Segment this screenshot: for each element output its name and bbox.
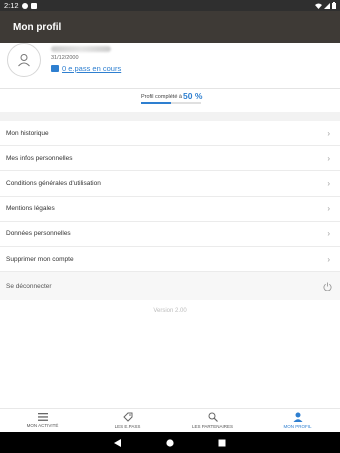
profile-completion: Profil complété à 50 % (0, 89, 340, 111)
nav-my-activity[interactable]: MON ACTIVITÉ (0, 409, 85, 432)
battery-icon (332, 2, 336, 9)
epass-icon (122, 412, 132, 422)
chevron-right-icon: › (327, 153, 330, 163)
menu-item-terms[interactable]: Conditions générales d'utilisation › (0, 171, 340, 197)
person-icon (293, 412, 302, 422)
menu-item-label: Mon historique (6, 129, 49, 137)
wifi-icon (315, 3, 322, 9)
epass-link[interactable]: 0 e.pass en cours (51, 64, 121, 73)
nav-label: LES E.PASS (114, 424, 141, 429)
bottom-navigation: MON ACTIVITÉ LES E.PASS LES PARTENAIRES … (0, 408, 340, 432)
menu-item-label: Mentions légales (6, 205, 55, 213)
chevron-right-icon: › (327, 229, 330, 239)
completion-progress-bar (141, 102, 201, 104)
menu-item-legal[interactable]: Mentions légales › (0, 197, 340, 222)
app-bar: Mon profil (0, 11, 340, 43)
app-version: Version 2.00 (153, 308, 187, 314)
status-bar: 2:12 (0, 0, 340, 11)
menu-item-label: Mes infos personnelles (6, 154, 73, 162)
menu-item-history[interactable]: Mon historique › (0, 121, 340, 147)
status-time: 2:12 (4, 1, 19, 10)
person-outline-icon (18, 54, 30, 67)
epass-link-label: 0 e.pass en cours (62, 64, 122, 73)
back-icon[interactable] (114, 438, 122, 447)
profile-header: 31/12/2000 0 e.pass en cours (0, 43, 340, 87)
chevron-right-icon: › (327, 254, 330, 264)
menu-item-label: Conditions générales d'utilisation (6, 179, 101, 187)
logout-label: Se déconnecter (6, 282, 52, 290)
recents-icon[interactable] (218, 439, 226, 447)
nav-label: MON PROFIL (283, 424, 312, 429)
home-icon[interactable] (166, 438, 174, 447)
nav-label: MON ACTIVITÉ (26, 423, 59, 428)
notification-icon-2 (30, 2, 37, 9)
completion-progress-fill (141, 102, 171, 104)
menu-item-personal-info[interactable]: Mes infos personnelles › (0, 146, 340, 172)
menu-icon (37, 413, 48, 421)
chevron-right-icon: › (327, 128, 330, 138)
signal-icon (324, 2, 330, 9)
profile-menu: Mon historique › Mes infos personnelles … (0, 121, 340, 273)
menu-item-delete-account[interactable]: Supprimer mon compte › (0, 247, 340, 273)
tag-icon (51, 65, 59, 72)
section-separator (0, 112, 340, 121)
completion-label: Profil complété à (141, 94, 182, 100)
nav-my-profile[interactable]: MON PROFIL (255, 409, 340, 432)
avatar[interactable] (7, 43, 41, 77)
menu-item-personal-data[interactable]: Données personnelles › (0, 222, 340, 247)
chevron-right-icon: › (327, 204, 330, 214)
system-navigation-bar (0, 432, 340, 453)
notification-icon (21, 2, 28, 9)
menu-item-label: Supprimer mon compte (6, 255, 74, 263)
completion-percent: 50 % (183, 91, 203, 101)
logout-button[interactable]: Se déconnecter (0, 272, 340, 300)
user-name-redacted (51, 46, 111, 52)
nav-epass[interactable]: LES E.PASS (85, 409, 170, 432)
power-icon (323, 281, 332, 291)
search-icon (208, 412, 218, 422)
page-title: Mon profil (13, 21, 62, 33)
nav-partners[interactable]: LES PARTENAIRES (170, 409, 255, 432)
nav-label: LES PARTENAIRES (191, 424, 234, 429)
birth-date: 31/12/2000 (51, 55, 79, 61)
chevron-right-icon: › (327, 178, 330, 188)
menu-item-label: Données personnelles (6, 230, 71, 238)
